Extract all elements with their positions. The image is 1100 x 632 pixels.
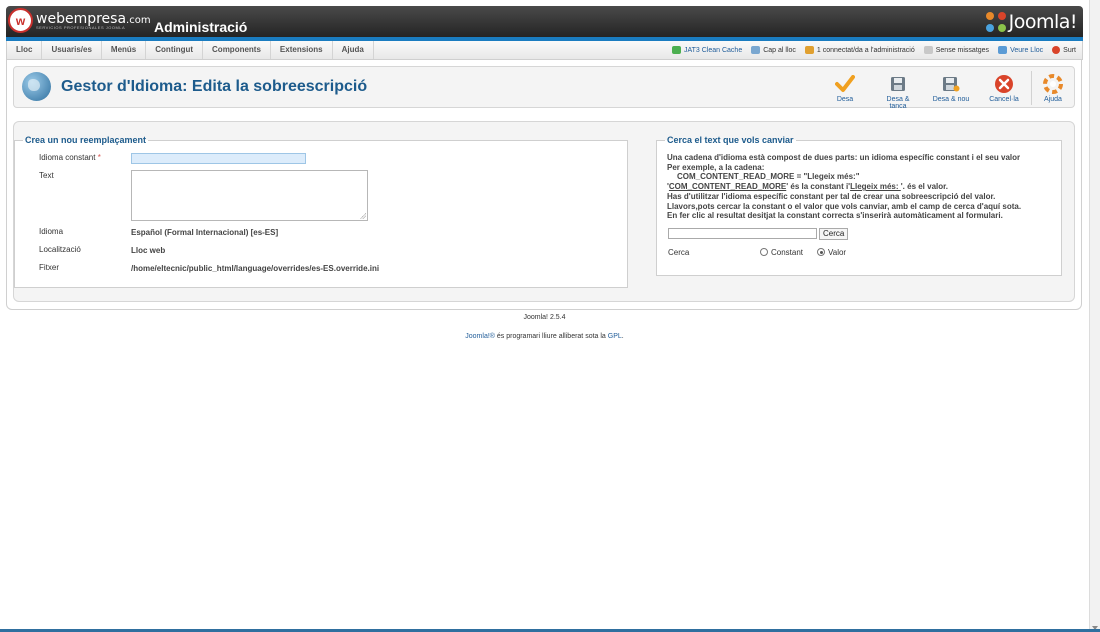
radio-constant-label[interactable]: Constant: [771, 248, 803, 257]
save-close-button-label: Desa & tanca: [886, 96, 910, 110]
constant-label: Idioma constant *: [39, 153, 101, 162]
webempresa-logo-icon: w: [8, 8, 33, 33]
file-label: Fitxer: [39, 263, 59, 272]
menu-item-users[interactable]: Usuaris/es: [42, 41, 102, 59]
checkmark-icon: [835, 74, 855, 94]
menu-item-help[interactable]: Ajuda: [333, 41, 374, 59]
radio-constant[interactable]: [760, 248, 768, 256]
language-value: Español (Formal Internacional) [es-ES]: [131, 228, 279, 237]
recycle-icon: [671, 46, 681, 54]
help-lifebuoy-icon: [1043, 74, 1063, 94]
footer-version: Joomla! 2.5.4: [523, 314, 566, 321]
save-close-button[interactable]: Desa & tanca: [877, 71, 919, 110]
location-label: Localització: [39, 245, 81, 254]
site-icon: [751, 46, 761, 54]
text-label: Text: [39, 171, 54, 180]
search-button[interactable]: Cerca: [819, 228, 849, 240]
desc-line: 'COM_CONTENT_READ_MORE' és la constant i…: [667, 182, 949, 192]
toolbar-box: Gestor d'Idioma: Edita la sobreescripció…: [13, 66, 1075, 110]
admin-header: w webempresa.com SERVICIOS PROFESIONALES…: [6, 6, 1083, 41]
view-site-link[interactable]: Veure Lloc: [998, 46, 1043, 54]
desc-line: Llavors,pots cercar la constant o el val…: [667, 201, 1022, 211]
page: w webempresa.com SERVICIOS PROFESIONALES…: [0, 0, 1089, 632]
desc-line: En fer clic al resultat desitjat la cons…: [667, 211, 1003, 221]
clean-cache-link[interactable]: JAT3 Clean Cache: [671, 46, 742, 54]
joomla-logo-text: Joomla!: [1008, 11, 1078, 33]
language-label: Idioma: [39, 227, 64, 236]
text-textarea[interactable]: [131, 170, 368, 221]
goto-site-link[interactable]: Cap al lloc: [751, 46, 796, 54]
connected-admins: 1 connectat/da a l'administració: [804, 46, 915, 54]
save-button-label: Desa: [836, 96, 854, 103]
footer-license: Joomla!® és programari lliure alliberat …: [465, 333, 624, 340]
radio-value-label[interactable]: Valor: [828, 248, 846, 257]
help-button-label: Ajuda: [1044, 96, 1062, 103]
save-new-button-label: Desa & nou: [932, 96, 970, 103]
save-new-button[interactable]: Desa & nou: [930, 71, 972, 110]
menu-item-content[interactable]: Contingut: [146, 41, 204, 59]
desc-example: COM_CONTENT_READ_MORE = "Llegeix més:": [677, 172, 860, 182]
brand-tagline: SERVICIOS PROFESIONALES JOOMLA: [36, 24, 126, 30]
main-menu-bar: Lloc Usuaris/es Menús Contingut Componen…: [6, 41, 1083, 60]
page-title: Gestor d'Idioma: Edita la sobreescripció: [61, 78, 368, 95]
create-override-legend: Crea un nou reemplaçament: [25, 135, 147, 145]
globe-icon: [22, 72, 51, 101]
constant-input[interactable]: [131, 153, 306, 164]
menu-item-site[interactable]: Lloc: [7, 41, 43, 59]
power-icon: [1052, 46, 1061, 54]
search-description: Una cadena d'idioma està compost de dues…: [667, 153, 1057, 221]
logout-link[interactable]: Surt: [1052, 46, 1076, 54]
search-input[interactable]: [668, 228, 817, 239]
vertical-scrollbar[interactable]: [1089, 0, 1100, 632]
cancel-icon: [994, 74, 1014, 94]
brand-suffix: .com: [126, 14, 151, 26]
floppy-disk-icon: [888, 74, 908, 94]
file-value: /home/eltecnic/public_html/language/over…: [131, 264, 380, 273]
joomla-logo: Joomla!: [985, 11, 1078, 33]
floppy-disk-plus-icon: [941, 74, 961, 94]
joomla-link[interactable]: Joomla!®: [465, 333, 495, 340]
cancel-button[interactable]: Cancel·la: [983, 71, 1025, 110]
toolbar-buttons: Desa Desa & tanca Desa & nou Cancel·la A…: [813, 71, 1074, 110]
menu-item-extensions[interactable]: Extensions: [271, 41, 333, 59]
save-button[interactable]: Desa: [824, 71, 866, 110]
menu-item-components[interactable]: Components: [203, 41, 271, 59]
joomla-logo-icon: [985, 12, 1006, 32]
envelope-icon: [923, 46, 933, 54]
monitor-icon: [998, 46, 1008, 54]
search-scope-label: Cerca: [668, 248, 690, 257]
webempresa-logo[interactable]: w webempresa.com SERVICIOS PROFESIONALES…: [8, 8, 151, 33]
search-legend: Cerca el text que vols canviar: [667, 135, 794, 145]
radio-value[interactable]: [817, 248, 825, 256]
gpl-link[interactable]: GPL: [608, 333, 622, 340]
desc-line: Has d'utilitzar l'idioma específic const…: [667, 191, 996, 201]
location-value: Lloc web: [131, 246, 166, 255]
desc-line: Una cadena d'idioma està compost de dues…: [667, 153, 1021, 162]
users-icon: [804, 46, 814, 54]
status-bar: JAT3 Clean Cache Cap al lloc 1 connectat…: [663, 41, 1076, 59]
admin-title: Administració: [154, 19, 248, 35]
messages-link[interactable]: Sense missatges: [923, 46, 989, 54]
required-marker: *: [97, 153, 101, 162]
desc-line: Per exemple, a la cadena:: [667, 162, 765, 172]
menu-item-menus[interactable]: Menús: [102, 41, 147, 59]
cancel-button-label: Cancel·la: [989, 96, 1019, 103]
help-button[interactable]: Ajuda: [1032, 71, 1074, 110]
